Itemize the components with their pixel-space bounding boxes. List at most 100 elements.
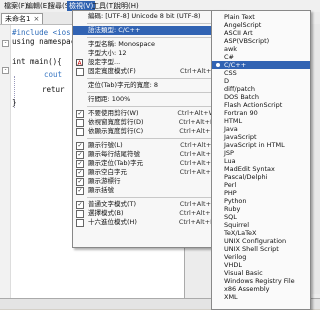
- syntax-item[interactable]: JavaScript in HTML: [212, 141, 310, 149]
- shortcut-label: Ctrl+Alt+S: [179, 168, 215, 176]
- menu-separator: [87, 106, 223, 107]
- syntax-item-label: Plain Text: [224, 13, 255, 21]
- syntax-item[interactable]: UNIX Configuration: [212, 237, 310, 245]
- syntax-item[interactable]: C/C++: [212, 61, 310, 69]
- view-menu-dropdown: 編碼: [UTF-8] Unicode 8 bit (UTF-8) ▸ 語法類型…: [72, 10, 226, 248]
- syntax-item[interactable]: Python: [212, 197, 310, 205]
- menu-item-wrap-window[interactable]: 依視窗寬度剪行(D) Ctrl+Alt+D: [73, 118, 225, 127]
- checkbox-icon: ✓: [76, 187, 84, 195]
- syntax-item[interactable]: MadEdit Syntax: [212, 165, 310, 173]
- tab-untitled[interactable]: 未命名1 ×: [1, 13, 44, 24]
- syntax-item-label: JavaScript in HTML: [224, 141, 285, 149]
- code-text: cout: [44, 70, 63, 79]
- menu-item-syntax-type[interactable]: 語法類型: C/C++ ▸: [73, 26, 225, 35]
- syntax-item[interactable]: HTML: [212, 117, 310, 125]
- menu-item-show-tab[interactable]: ✓ 顯示定位(Tab)字元 Ctrl+Alt+T: [73, 159, 225, 168]
- syntax-item[interactable]: AngelScript: [212, 21, 310, 29]
- menu-item-set-font[interactable]: A 設定字型...: [73, 58, 225, 67]
- syntax-item[interactable]: XML: [212, 293, 310, 301]
- syntax-item[interactable]: TeX/LaTeX: [212, 229, 310, 237]
- syntax-item[interactable]: PHP: [212, 189, 310, 197]
- syntax-item[interactable]: diff/patch: [212, 85, 310, 93]
- code-line: using namespac: [12, 37, 75, 46]
- syntax-item[interactable]: Verilog: [212, 253, 310, 261]
- menu-item-label: 顯示每行結尾符號: [88, 150, 140, 158]
- syntax-item-label: ASP(VBScript): [224, 37, 270, 45]
- menu-separator: [87, 92, 223, 93]
- checkbox-icon: [76, 68, 84, 76]
- menu-item-no-wrap[interactable]: ✓ 不要使用剪行(W) Ctrl+Alt+W: [73, 109, 225, 118]
- syntax-item[interactable]: DOS Batch: [212, 93, 310, 101]
- menu-item-font-name[interactable]: 字型名稱: Monospace: [73, 40, 225, 49]
- menu-item-show-cursor-line[interactable]: ✓ 顯示游標行: [73, 177, 225, 186]
- menu-item-show-brackets[interactable]: ✓ 顯示括號: [73, 186, 225, 195]
- code-text: int main(){: [12, 57, 62, 66]
- syntax-item[interactable]: UNIX Shell Script: [212, 245, 310, 253]
- syntax-item[interactable]: Windows Registry File: [212, 277, 310, 285]
- syntax-item[interactable]: Java: [212, 125, 310, 133]
- syntax-item-label: Pascal/Delphi: [224, 173, 268, 181]
- syntax-item[interactable]: CSS: [212, 69, 310, 77]
- menu-item-label: 依顯示寬度剪行(C): [88, 127, 144, 135]
- syntax-item-label: diff/patch: [224, 85, 255, 93]
- syntax-item-label: VHDL: [224, 261, 242, 269]
- syntax-item[interactable]: x86 Assembly: [212, 285, 310, 293]
- syntax-item[interactable]: JavaScript: [212, 133, 310, 141]
- syntax-item[interactable]: ASCII Art: [212, 29, 310, 37]
- shortcut-label: Ctrl+Alt+F: [180, 67, 215, 75]
- syntax-item[interactable]: awk: [212, 45, 310, 53]
- syntax-item[interactable]: Fortran 90: [212, 109, 310, 117]
- menu-item-label: 定位(Tab)字元的寬度: 8: [88, 81, 158, 89]
- menu-item-line-numbers[interactable]: ✓ 顯示行號(L) Ctrl+Alt+L: [73, 141, 225, 150]
- syntax-item[interactable]: VHDL: [212, 261, 310, 269]
- syntax-item[interactable]: Plain Text: [212, 13, 310, 21]
- menu-item-fixed-width[interactable]: 固定寬度模式(F) Ctrl+Alt+F: [73, 67, 225, 76]
- menu-item-font-size[interactable]: 字型大小: 12: [73, 49, 225, 58]
- code-line: int main(){: [12, 57, 62, 66]
- close-icon[interactable]: ×: [33, 15, 39, 23]
- fold-marker-icon[interactable]: -: [2, 67, 9, 74]
- menu-item-text-mode[interactable]: ✓ 普通文字模式(T) Ctrl+Alt+T: [73, 200, 225, 209]
- syntax-item-label: MadEdit Syntax: [224, 165, 275, 173]
- syntax-item[interactable]: Perl: [212, 181, 310, 189]
- syntax-item[interactable]: C#: [212, 53, 310, 61]
- menu-item-column-mode[interactable]: 選擇模式(B) Ctrl+Alt+B: [73, 209, 225, 218]
- syntax-item-label: Lua: [224, 157, 236, 165]
- menu-separator: [87, 197, 223, 198]
- fold-marker-icon[interactable]: -: [2, 40, 9, 47]
- menu-item-label: 選擇模式(B): [88, 209, 124, 217]
- menu-item-label: 固定寬度模式(F): [88, 67, 136, 75]
- menu-item-line-spacing[interactable]: 行間距: 100% ▸: [73, 95, 225, 104]
- syntax-item-label: Flash ActionScript: [224, 101, 283, 109]
- menu-item-tab-width[interactable]: 定位(Tab)字元的寬度: 8 ▸: [73, 81, 225, 90]
- syntax-item[interactable]: D: [212, 77, 310, 85]
- menu-item-label: 語法類型: C/C++: [88, 26, 141, 34]
- menu-item-label: 顯示定位(Tab)字元: [88, 159, 144, 167]
- menu-item-label: 十六進位模式(H): [88, 218, 137, 226]
- menu-item-show-space[interactable]: ✓ 顯示空白字元 Ctrl+Alt+S: [73, 168, 225, 177]
- menu-item-hex-mode[interactable]: 十六進位模式(H) Ctrl+Alt+H: [73, 218, 225, 227]
- syntax-item[interactable]: Visual Basic: [212, 269, 310, 277]
- menu-item-show-eol[interactable]: ✓ 顯示每行結尾符號 Ctrl+Alt+E: [73, 150, 225, 159]
- checkbox-icon: [76, 128, 84, 136]
- syntax-item-label: UNIX Configuration: [224, 237, 287, 245]
- checkbox-icon: [76, 219, 84, 227]
- syntax-item[interactable]: Flash ActionScript: [212, 101, 310, 109]
- syntax-item[interactable]: Pascal/Delphi: [212, 173, 310, 181]
- syntax-item-label: PHP: [224, 189, 237, 197]
- syntax-item-label: CSS: [224, 69, 237, 77]
- syntax-item[interactable]: JSP: [212, 149, 310, 157]
- syntax-item[interactable]: Ruby: [212, 205, 310, 213]
- syntax-item[interactable]: SQL: [212, 213, 310, 221]
- syntax-item[interactable]: ASP(VBScript): [212, 37, 310, 45]
- syntax-item-label: Ruby: [224, 205, 241, 213]
- menu-item-label: 普通文字模式(T): [88, 200, 137, 208]
- shortcut-label: Ctrl+Alt+L: [180, 141, 215, 149]
- menu-item-wrap-column[interactable]: 依顯示寬度剪行(C) Ctrl+Alt+C: [73, 127, 225, 136]
- code-text: using namespac: [12, 37, 76, 46]
- code-text: #include <ios: [12, 28, 71, 37]
- syntax-item[interactable]: Squirrel: [212, 221, 310, 229]
- syntax-item[interactable]: Lua: [212, 157, 310, 165]
- menu-item-encoding[interactable]: 編碼: [UTF-8] Unicode 8 bit (UTF-8) ▸: [73, 12, 225, 21]
- code-line: retur: [42, 85, 65, 94]
